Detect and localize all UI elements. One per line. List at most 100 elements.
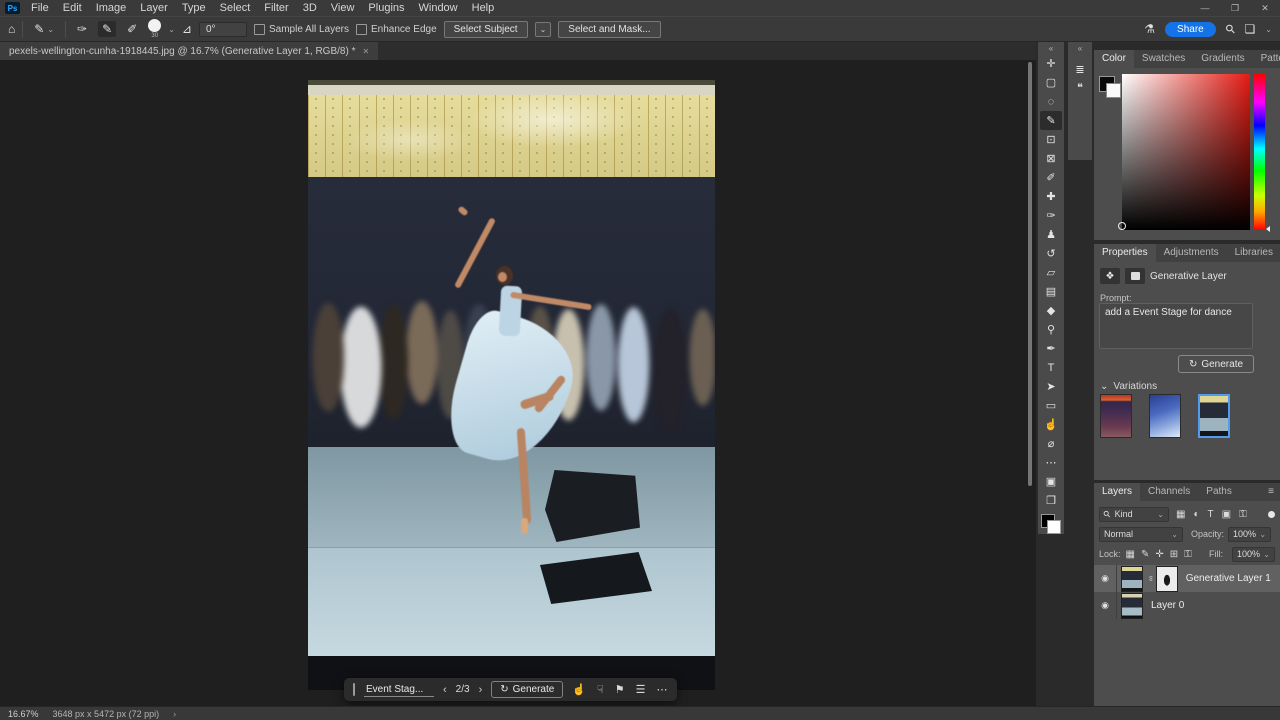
layers-tab-paths[interactable]: Paths [1198, 483, 1240, 501]
color-field-cursor[interactable] [1118, 222, 1126, 230]
color-tab-swatches[interactable]: Swatches [1134, 50, 1193, 68]
generate-button[interactable]: ↻ Generate [1178, 355, 1254, 373]
eraser-tool[interactable]: ▱ [1040, 263, 1062, 282]
brush-mode-new[interactable]: ✑ [73, 21, 91, 37]
properties-sliders-icon[interactable]: ☰ [636, 683, 646, 696]
layer-thumbnail[interactable] [1121, 566, 1143, 592]
brush-mode-subtract[interactable]: ✐ [123, 21, 141, 37]
brush-mode-add[interactable]: ✎ [98, 21, 116, 37]
status-chevron-icon[interactable]: › [173, 709, 176, 719]
more-options-icon[interactable]: ⋯ [657, 683, 668, 696]
brush-preset-picker[interactable]: ✎ ⌄ [30, 21, 58, 37]
next-variation-button[interactable]: › [479, 684, 483, 696]
canvas-pasteboard[interactable]: Event Stag... ‹ 2/3 › ↻ Generate ☝☟⚑☰⋯ [0, 60, 1036, 706]
chevron-down-icon[interactable]: ⌄ [1265, 25, 1272, 34]
menu-plugins[interactable]: Plugins [361, 0, 411, 16]
background-color-swatch[interactable] [1047, 520, 1061, 534]
zoom-level-field[interactable]: 16.67% [8, 709, 39, 719]
taskbar-generate-button[interactable]: ↻ Generate [491, 681, 563, 698]
sample-all-layers-checkbox[interactable]: Sample All Layers [254, 24, 349, 35]
lock-artboard-icon[interactable]: ⊞ [1170, 549, 1178, 560]
variation-thumbnail-1[interactable] [1100, 394, 1132, 438]
hue-slider-cursor[interactable] [1266, 226, 1270, 232]
collapse-dock-icon[interactable]: « [1049, 43, 1053, 54]
select-subject-dropdown[interactable]: ⌄ [535, 22, 552, 37]
shape-layers-icon[interactable]: ▣ [1222, 509, 1231, 520]
brush-size-picker[interactable]: 30 [148, 19, 161, 39]
foreground-background-colors[interactable] [1041, 514, 1061, 534]
menu-view[interactable]: View [324, 0, 362, 16]
fill-field[interactable]: 100% ⌄ [1232, 547, 1275, 562]
frame-tool[interactable]: ⊠ [1040, 149, 1062, 168]
layers-tab-layers[interactable]: Layers [1094, 483, 1140, 501]
adjustment-layers-icon[interactable]: ◐ [1193, 509, 1199, 520]
search-icon[interactable]: ⚲ [1223, 22, 1238, 37]
menu-window[interactable]: Window [412, 0, 465, 16]
brush-angle-field[interactable]: 0° [199, 22, 247, 37]
layer-visibility-eye-icon[interactable]: ◉ [1094, 565, 1117, 592]
filter-toggle-icon[interactable] [1268, 511, 1275, 518]
rectangle-tool[interactable]: ▭ [1040, 396, 1062, 415]
type-tool[interactable]: T [1040, 358, 1062, 377]
lock-all-icon[interactable]: ⚿ [1184, 549, 1192, 560]
document-tab[interactable]: pexels-wellington-cunha-1918445.jpg @ 16… [0, 42, 378, 60]
lock-position-icon[interactable]: ✛ [1155, 549, 1163, 560]
background-color-swatch[interactable] [1106, 83, 1121, 98]
opacity-field[interactable]: 100% ⌄ [1228, 527, 1271, 542]
workspace-icon[interactable]: ❏ [1245, 23, 1256, 35]
dodge-tool[interactable]: ⚲ [1040, 320, 1062, 339]
menu-help[interactable]: Help [465, 0, 502, 16]
variation-thumbnail-3[interactable] [1198, 394, 1230, 438]
thumbs-up-icon[interactable]: ☝ [572, 683, 586, 696]
screen-mode[interactable]: ❐ [1040, 491, 1062, 510]
variations-section-header[interactable]: ⌄ Variations [1100, 381, 1157, 392]
select-subject-button[interactable]: Select Subject [444, 21, 528, 38]
gradient-tool[interactable]: ▤ [1040, 282, 1062, 301]
spot-healing-tool[interactable]: ✚ [1040, 187, 1062, 206]
menu-3d[interactable]: 3D [296, 0, 324, 16]
blur-tool[interactable]: ◆ [1040, 301, 1062, 320]
hue-slider[interactable] [1254, 74, 1265, 230]
smart-object-icon[interactable]: ⚿ [1239, 509, 1247, 520]
menu-edit[interactable]: Edit [56, 0, 89, 16]
lock-pixels-icon[interactable]: ✎ [1141, 549, 1149, 560]
pen-tool[interactable]: ✒ [1040, 339, 1062, 358]
lock-transparency-icon[interactable]: ▦ [1126, 549, 1135, 560]
close-icon[interactable]: ✕ [362, 47, 369, 56]
thumbs-down-icon[interactable]: ☟ [597, 683, 604, 696]
layer-name[interactable]: Generative Layer 1 [1186, 573, 1271, 584]
lasso-tool[interactable]: ◌ [1040, 92, 1062, 111]
prompt-textarea[interactable]: add a Event Stage for dance [1099, 303, 1253, 349]
brush-tool[interactable]: ✑ [1040, 206, 1062, 225]
crop-tool[interactable]: ⊡ [1040, 130, 1062, 149]
blend-mode-select[interactable]: Normal ⌄ [1099, 527, 1183, 542]
eyedropper-tool[interactable]: ✐ [1040, 168, 1062, 187]
layers-tab-channels[interactable]: Channels [1140, 483, 1198, 501]
more-tools[interactable]: ⋯ [1040, 453, 1062, 472]
selection-brush-tool[interactable]: ✎ [1040, 111, 1062, 130]
properties-tab-adjustments[interactable]: Adjustments [1156, 244, 1227, 262]
comments-panel-icon[interactable]: ❝ [1070, 78, 1090, 96]
layer-thumbnail[interactable] [1121, 593, 1143, 619]
menu-type[interactable]: Type [175, 0, 213, 16]
menu-filter[interactable]: Filter [257, 0, 295, 16]
layer-name[interactable]: Layer 0 [1151, 600, 1184, 611]
vertical-scrollbar[interactable] [1028, 62, 1032, 486]
layer-mask-thumbnail[interactable] [1156, 566, 1178, 592]
layer-row-layer-0[interactable]: ◉ Layer 0 [1094, 592, 1280, 619]
menu-select[interactable]: Select [213, 0, 258, 16]
history-panel-icon[interactable]: ≣ [1070, 60, 1090, 78]
share-button[interactable]: Share [1165, 22, 1216, 37]
quick-mask-mode[interactable]: ▣ [1040, 472, 1062, 491]
collapse-dock-icon[interactable]: « [1078, 43, 1082, 54]
path-select-tool[interactable]: ➤ [1040, 377, 1062, 396]
layer-visibility-eye-icon[interactable]: ◉ [1094, 592, 1117, 619]
pixel-layers-icon[interactable]: ▦ [1176, 509, 1185, 520]
taskbar-drag-handle[interactable] [353, 683, 355, 696]
history-brush-tool[interactable]: ↺ [1040, 244, 1062, 263]
previous-variation-button[interactable]: ‹ [443, 684, 447, 696]
flag-icon[interactable]: ⚑ [615, 683, 625, 696]
menu-image[interactable]: Image [89, 0, 134, 16]
chevron-down-icon[interactable]: ⌄ [168, 25, 175, 34]
close-button[interactable]: ✕ [1250, 0, 1280, 16]
